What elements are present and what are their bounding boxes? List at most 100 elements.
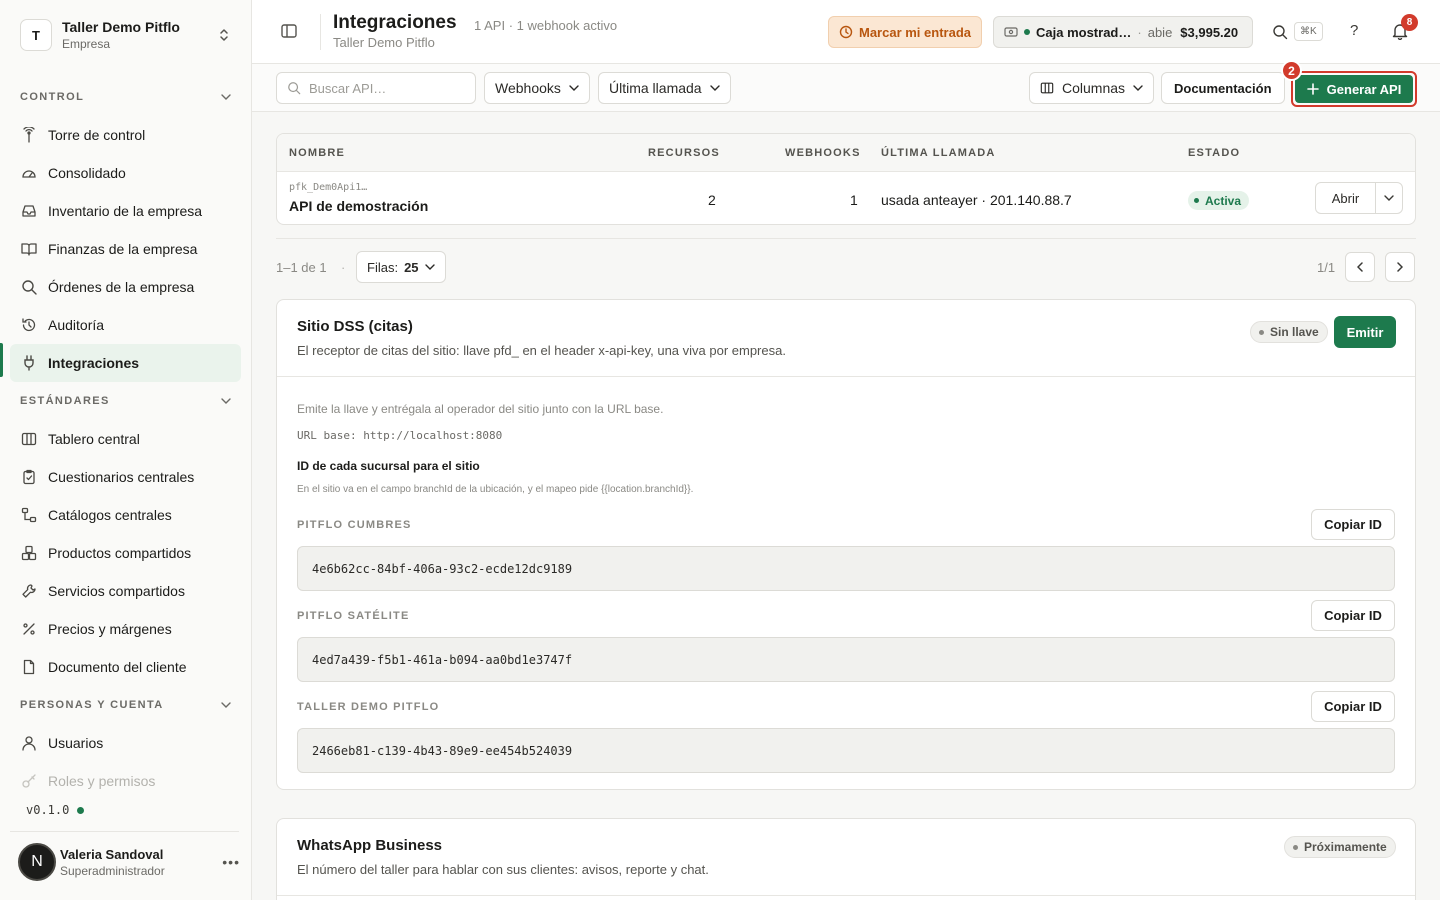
- branch-id-field[interactable]: 4e6b62cc-84bf-406a-93c2-ecde12dc9189: [297, 546, 1395, 591]
- filter-bar: Webhooks Última llamada Columnas Documen…: [252, 60, 1440, 112]
- sidebar-item-catalogos[interactable]: Catálogos centrales: [10, 496, 241, 534]
- section-title: CONTROL: [20, 91, 85, 103]
- row-menu-button[interactable]: [1376, 183, 1402, 213]
- page-indicator: 1/1: [1317, 260, 1336, 275]
- column-header-name[interactable]: NOMBRE: [289, 147, 345, 159]
- prev-page-button[interactable]: [1345, 252, 1375, 282]
- next-page-button[interactable]: [1385, 252, 1415, 282]
- chevron-down-icon: [221, 398, 231, 404]
- search-input[interactable]: [309, 80, 459, 96]
- user-menu[interactable]: N Valeria Sandoval Superadministrador ••…: [18, 841, 240, 883]
- documentation-button[interactable]: Documentación: [1161, 72, 1285, 104]
- status-badge: Próximamente: [1284, 836, 1396, 858]
- table-header: NOMBRE RECURSOS WEBHOOKS ÚLTIMA LLAMADA …: [277, 134, 1415, 172]
- sidebar-item-ordenes[interactable]: Órdenes de la empresa: [10, 268, 241, 306]
- clipboard-check-icon: [20, 468, 38, 486]
- sidebar-item-label: Auditoría: [48, 317, 105, 333]
- sidebar-item-consolidado[interactable]: Consolidado: [10, 154, 241, 192]
- divider: [320, 14, 321, 50]
- columns-label: Columnas: [1062, 80, 1126, 96]
- org-avatar: T: [20, 19, 52, 51]
- inbox-icon: [20, 202, 38, 220]
- column-header-status[interactable]: ESTADO: [1188, 147, 1240, 159]
- help-icon[interactable]: ?: [1350, 22, 1358, 39]
- section-personas[interactable]: PERSONAS Y CUENTA: [10, 686, 241, 724]
- clock-in-label: Marcar mi entrada: [859, 24, 971, 40]
- sidebar-item-label: Cuestionarios centrales: [48, 469, 195, 485]
- sidebar-toggle-icon[interactable]: [280, 22, 298, 40]
- sidebar-item-documento[interactable]: Documento del cliente: [10, 648, 241, 686]
- sidebar-item-auditoria[interactable]: Auditoría: [10, 306, 241, 344]
- notification-badge: 8: [1401, 14, 1418, 31]
- section-control[interactable]: CONTROL: [10, 78, 241, 116]
- pagination-separator: ·: [341, 260, 346, 275]
- org-switcher[interactable]: T Taller Demo Pitflo Empresa: [10, 12, 240, 58]
- sidebar-item-label: Catálogos centrales: [48, 507, 172, 523]
- sidebar-item-servicios[interactable]: Servicios compartidos: [10, 572, 241, 610]
- dss-card: Sitio DSS (citas) El receptor de citas d…: [276, 299, 1416, 790]
- sidebar-item-productos[interactable]: Productos compartidos: [10, 534, 241, 572]
- status-badge: Activa: [1188, 191, 1250, 210]
- search-icon[interactable]: [1272, 24, 1288, 40]
- column-header-webhooks[interactable]: WEBHOOKS: [785, 147, 861, 159]
- sidebar-item-finanzas[interactable]: Finanzas de la empresa: [10, 230, 241, 268]
- search-box: [276, 72, 476, 104]
- copy-id-button[interactable]: Copiar ID: [1311, 600, 1395, 631]
- sidebar-item-inventario[interactable]: Inventario de la empresa: [10, 192, 241, 230]
- columns-icon: [1040, 82, 1054, 94]
- copy-id-button[interactable]: Copiar ID: [1311, 509, 1395, 540]
- open-button[interactable]: Abrir: [1316, 183, 1376, 213]
- search-icon: [288, 82, 301, 95]
- rows-per-page-select[interactable]: Filas: 25: [356, 251, 446, 283]
- columns-icon: [20, 430, 38, 448]
- card-description: El receptor de citas del sitio: llave pf…: [297, 343, 786, 358]
- rows-label: Filas:: [367, 259, 399, 275]
- copy-id-button[interactable]: Copiar ID: [1311, 691, 1395, 722]
- emit-button[interactable]: Emitir: [1334, 316, 1396, 348]
- user-icon: [20, 734, 38, 752]
- sidebar-item-label: Tablero central: [48, 431, 140, 447]
- last-call-filter[interactable]: Última llamada: [598, 72, 731, 104]
- branch-id-field[interactable]: 4ed7a439-f5b1-461a-b094-aa0bd1e3747f: [297, 637, 1395, 682]
- sidebar-item-usuarios[interactable]: Usuarios: [10, 724, 241, 762]
- columns-button[interactable]: Columnas: [1029, 72, 1155, 104]
- page-title: Integraciones: [333, 12, 457, 33]
- api-table: NOMBRE RECURSOS WEBHOOKS ÚLTIMA LLAMADA …: [276, 133, 1416, 225]
- sidebar-item-label: Roles y permisos: [48, 773, 156, 789]
- url-base: URL base: http://localhost:8080: [297, 429, 503, 442]
- whatsapp-card: WhatsApp Business El número del taller p…: [276, 818, 1416, 900]
- branch-id-field[interactable]: 2466eb81-c139-4b43-89e9-ee454b524039: [297, 728, 1395, 773]
- status-dot: [1194, 198, 1199, 203]
- active-indicator: [0, 343, 3, 377]
- clock-in-button[interactable]: Marcar mi entrada: [828, 16, 982, 48]
- sidebar-item-integraciones[interactable]: Integraciones: [10, 344, 241, 382]
- more-icon[interactable]: •••: [222, 854, 240, 870]
- gauge-icon: [20, 164, 38, 182]
- version-text: v0.1.0: [26, 803, 70, 817]
- cash-register-button[interactable]: Caja mostrad… · abie $3,995.20: [993, 16, 1253, 48]
- topbar: Integraciones 1 API · 1 webhook activo T…: [252, 0, 1440, 64]
- sidebar-item-label: Torre de control: [48, 127, 146, 143]
- sidebar-item-torre-de-control[interactable]: Torre de control: [10, 116, 241, 154]
- chevron-right-icon: [1397, 262, 1403, 272]
- sidebar-item-precios[interactable]: Precios y márgenes: [10, 610, 241, 648]
- sidebar-item-cuestionarios[interactable]: Cuestionarios centrales: [10, 458, 241, 496]
- generate-api-button[interactable]: Generar API: [1295, 75, 1413, 103]
- column-header-last-call[interactable]: ÚLTIMA LLAMADA: [881, 147, 996, 159]
- branch-label: TALLER DEMO PITFLO: [297, 701, 440, 713]
- webhooks-filter[interactable]: Webhooks: [484, 72, 590, 104]
- chevron-down-icon: [1133, 85, 1143, 91]
- page-subtitle: Taller Demo Pitflo: [333, 35, 435, 50]
- sidebar-item-label: Precios y márgenes: [48, 621, 172, 637]
- section-estandares[interactable]: ESTÁNDARES: [10, 382, 241, 420]
- webhooks-filter-label: Webhooks: [495, 80, 561, 96]
- sidebar-item-tablero-central[interactable]: Tablero central: [10, 420, 241, 458]
- divider: [276, 238, 1416, 239]
- divider: [10, 831, 239, 832]
- branch-section-description: En el sitio va en el campo branchId de l…: [297, 484, 694, 495]
- section-title: PERSONAS Y CUENTA: [20, 699, 164, 711]
- status-dot: [1259, 329, 1264, 335]
- sidebar-item-roles[interactable]: Roles y permisos: [10, 762, 241, 800]
- api-name: API de demostración: [289, 198, 429, 214]
- column-header-resources[interactable]: RECURSOS: [648, 147, 720, 159]
